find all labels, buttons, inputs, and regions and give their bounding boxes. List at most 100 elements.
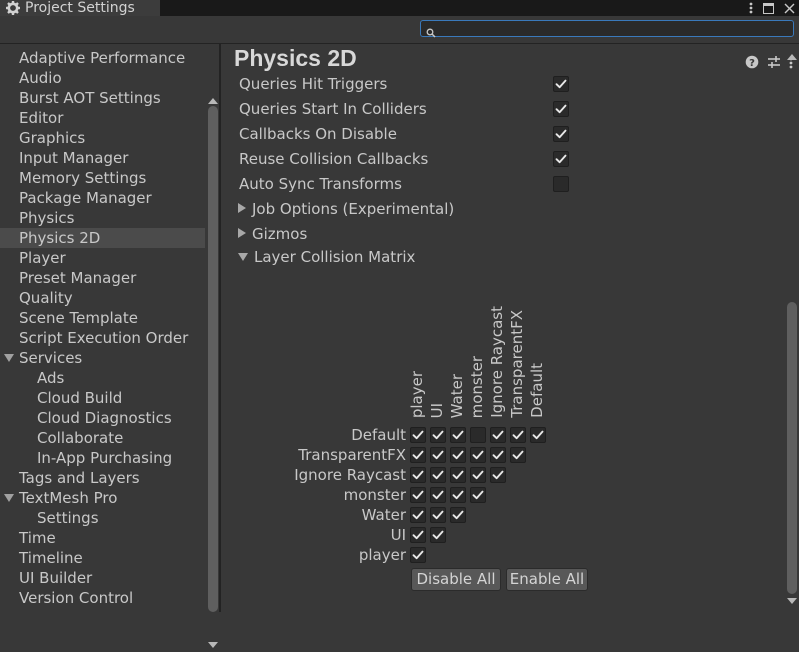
gear-icon: [6, 1, 20, 15]
expand-arrow-icon[interactable]: [4, 354, 14, 362]
auto-sync-transforms-checkbox[interactable]: [553, 176, 569, 192]
sidebar-item-in-app-purchasing[interactable]: In-App Purchasing: [0, 448, 205, 468]
sidebar-item-audio[interactable]: Audio: [0, 68, 205, 88]
matrix-row-label: monster: [343, 486, 406, 504]
sidebar-item-label: In-App Purchasing: [37, 449, 173, 467]
matrix-checkbox[interactable]: [510, 427, 526, 443]
scroll-up-icon[interactable]: [787, 54, 797, 60]
matrix-checkbox[interactable]: [450, 487, 466, 503]
foldout-layer-collision-matrix[interactable]: Layer Collision Matrix: [238, 246, 415, 268]
sidebar-item-memory-settings[interactable]: Memory Settings: [0, 168, 205, 188]
sidebar-item-ads[interactable]: Ads: [0, 368, 205, 388]
matrix-checkbox[interactable]: [450, 447, 466, 463]
sidebar-item-tags-and-layers[interactable]: Tags and Layers: [0, 468, 205, 488]
maximize-icon[interactable]: [763, 0, 774, 18]
matrix-checkbox[interactable]: [430, 487, 446, 503]
foldout-label: Job Options (Experimental): [252, 200, 455, 218]
sidebar-item-label: Preset Manager: [19, 269, 137, 287]
main-scroll-thumb[interactable]: [787, 302, 797, 594]
matrix-checkbox[interactable]: [410, 427, 426, 443]
callbacks-on-disable-checkbox[interactable]: [553, 126, 569, 142]
matrix-checkbox[interactable]: [490, 467, 506, 483]
prop-label: Queries Hit Triggers: [239, 75, 388, 93]
close-icon[interactable]: [784, 0, 795, 18]
foldout-arrow-icon: [238, 252, 248, 261]
search-input[interactable]: [420, 20, 794, 38]
sidebar-item-cloud-diagnostics[interactable]: Cloud Diagnostics: [0, 408, 205, 428]
sidebar-item-timeline[interactable]: Timeline: [0, 548, 205, 568]
sidebar-item-scene-template[interactable]: Scene Template: [0, 308, 205, 328]
sidebar-item-version-control[interactable]: Version Control: [0, 588, 205, 608]
sidebar-item-label: Ads: [37, 369, 65, 387]
matrix-checkbox[interactable]: [430, 527, 446, 543]
main-scrollbar[interactable]: [784, 52, 799, 608]
physics-2d-panel: Physics 2D ? Queries Hit Triggers Querie…: [222, 44, 799, 612]
scroll-down-icon[interactable]: [208, 642, 218, 648]
matrix-checkbox[interactable]: [430, 507, 446, 523]
disable-all-button[interactable]: Disable All: [411, 568, 501, 591]
enable-all-button[interactable]: Enable All: [506, 568, 588, 591]
prop-label: Callbacks On Disable: [239, 125, 397, 143]
matrix-checkbox[interactable]: [470, 467, 486, 483]
matrix-column-label: Default: [528, 363, 546, 418]
sidebar-item-physics-2d[interactable]: Physics 2D: [0, 228, 205, 248]
sidebar-scroll-thumb[interactable]: [208, 106, 218, 612]
matrix-checkbox[interactable]: [470, 447, 486, 463]
matrix-checkbox[interactable]: [410, 527, 426, 543]
sidebar-item-editor[interactable]: Editor: [0, 108, 205, 128]
sidebar-item-cloud-build[interactable]: Cloud Build: [0, 388, 205, 408]
scroll-up-icon[interactable]: [208, 98, 218, 104]
sidebar-item-label: Script Execution Order: [19, 329, 189, 347]
matrix-checkbox[interactable]: [450, 427, 466, 443]
more-options-icon[interactable]: [749, 0, 753, 18]
matrix-checkbox[interactable]: [490, 427, 506, 443]
reuse-collision-callbacks-checkbox[interactable]: [553, 151, 569, 167]
matrix-checkbox[interactable]: [470, 487, 486, 503]
sidebar-item-quality[interactable]: Quality: [0, 288, 205, 308]
matrix-checkbox[interactable]: [470, 427, 486, 443]
matrix-checkbox[interactable]: [430, 447, 446, 463]
sidebar-item-physics[interactable]: Physics: [0, 208, 205, 228]
matrix-checkbox[interactable]: [430, 427, 446, 443]
matrix-checkbox[interactable]: [450, 507, 466, 523]
sidebar-item-label: Input Manager: [19, 149, 129, 167]
matrix-column-label: Ignore Raycast: [488, 306, 506, 418]
queries-start-in-colliders-checkbox[interactable]: [553, 101, 569, 117]
sidebar-item-ui-builder[interactable]: UI Builder: [0, 568, 205, 588]
sidebar-item-label: Physics 2D: [19, 229, 101, 247]
foldout-job-options[interactable]: Job Options (Experimental): [238, 198, 454, 220]
expand-arrow-icon[interactable]: [4, 494, 14, 502]
sidebar-item-time[interactable]: Time: [0, 528, 205, 548]
matrix-checkbox[interactable]: [490, 447, 506, 463]
sidebar-item-services[interactable]: Services: [0, 348, 205, 368]
queries-hit-triggers-checkbox[interactable]: [553, 76, 569, 92]
matrix-checkbox[interactable]: [450, 467, 466, 483]
foldout-label: Layer Collision Matrix: [254, 248, 416, 266]
matrix-checkbox[interactable]: [530, 427, 546, 443]
help-icon[interactable]: ?: [745, 54, 759, 73]
tab-project-settings[interactable]: Project Settings: [0, 0, 160, 16]
sidebar-item-adaptive-performance[interactable]: Adaptive Performance: [0, 48, 205, 68]
sidebar-item-script-execution-order[interactable]: Script Execution Order: [0, 328, 205, 348]
scroll-down-icon[interactable]: [787, 598, 797, 604]
sidebar-item-package-manager[interactable]: Package Manager: [0, 188, 205, 208]
matrix-checkbox[interactable]: [430, 467, 446, 483]
sidebar-item-input-manager[interactable]: Input Manager: [0, 148, 205, 168]
sidebar-item-player[interactable]: Player: [0, 248, 205, 268]
matrix-checkbox[interactable]: [510, 447, 526, 463]
sidebar-item-textmesh-pro[interactable]: TextMesh Pro: [0, 488, 205, 508]
sidebar-item-preset-manager[interactable]: Preset Manager: [0, 268, 205, 288]
sidebar-item-burst-aot-settings[interactable]: Burst AOT Settings: [0, 88, 205, 108]
preset-icon[interactable]: [767, 54, 781, 73]
matrix-checkbox[interactable]: [410, 447, 426, 463]
matrix-checkbox[interactable]: [410, 487, 426, 503]
search-icon: [426, 23, 436, 42]
sidebar-item-settings[interactable]: Settings: [0, 508, 205, 528]
foldout-gizmos[interactable]: Gizmos: [238, 223, 307, 245]
sidebar-scrollbar[interactable]: [206, 96, 220, 652]
matrix-checkbox[interactable]: [410, 507, 426, 523]
sidebar-item-collaborate[interactable]: Collaborate: [0, 428, 205, 448]
matrix-checkbox[interactable]: [410, 467, 426, 483]
matrix-checkbox[interactable]: [410, 547, 426, 563]
sidebar-item-graphics[interactable]: Graphics: [0, 128, 205, 148]
